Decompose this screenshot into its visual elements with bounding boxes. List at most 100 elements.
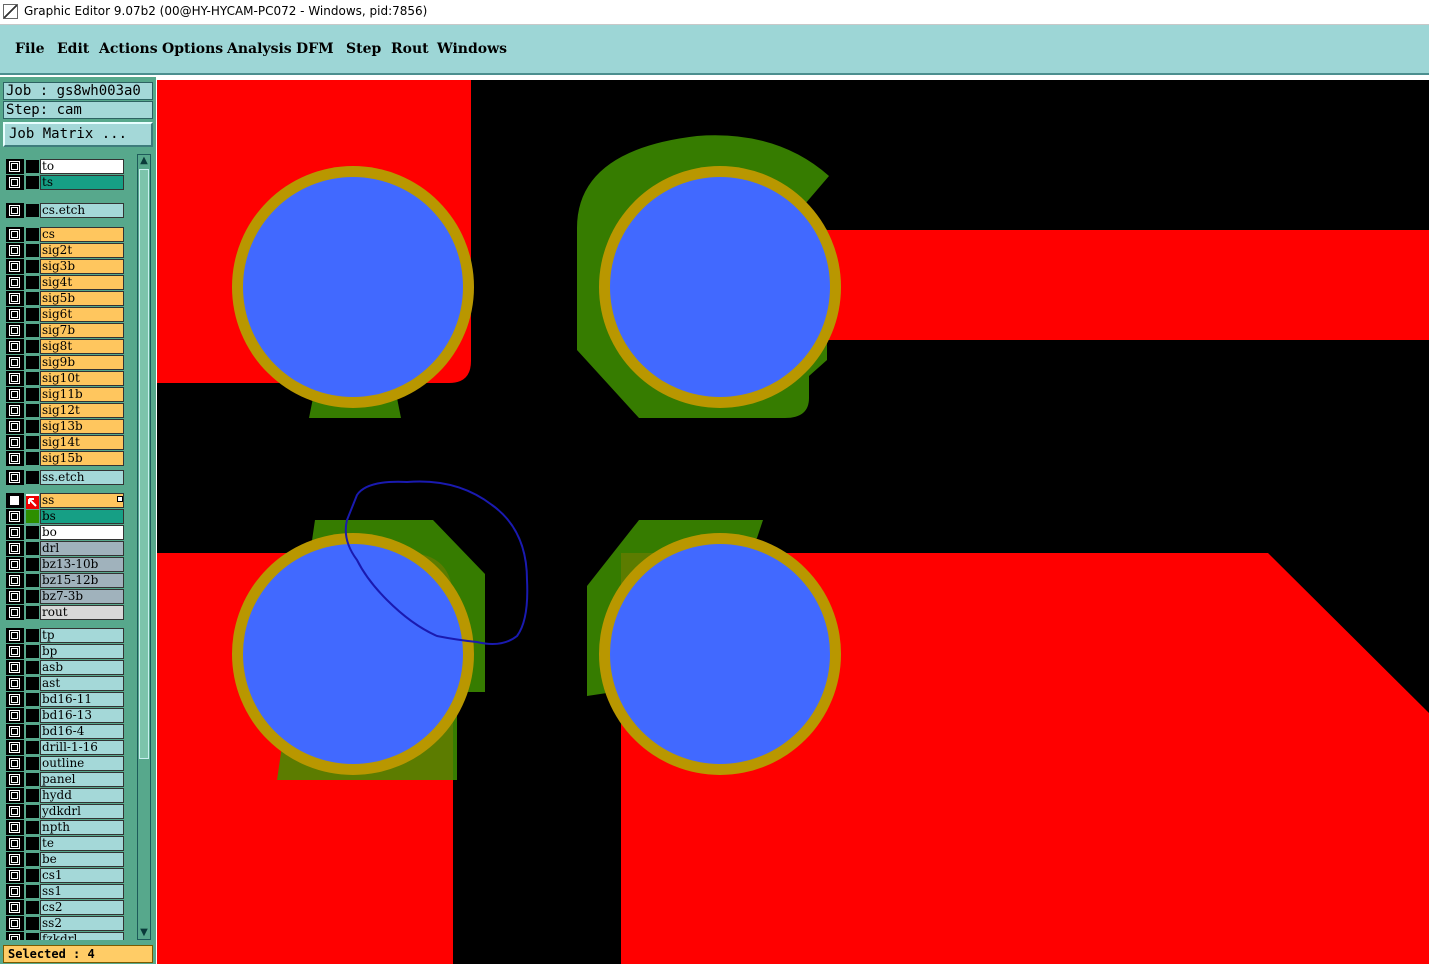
layer-row[interactable]: hydd (5, 788, 125, 803)
layer-checkbox[interactable] (9, 261, 20, 272)
layer-row[interactable]: drl (5, 541, 125, 556)
layer-name[interactable]: ss2 (40, 916, 124, 931)
graphic-canvas[interactable] (157, 80, 1429, 964)
layer-mark-cell[interactable] (26, 917, 39, 930)
layer-name[interactable]: sig7b (40, 323, 124, 338)
layer-row[interactable]: sig15b (5, 451, 125, 466)
layer-row[interactable]: bd16-11 (5, 692, 125, 707)
layer-mark-cell[interactable] (26, 204, 39, 217)
layer-mark-cell[interactable] (26, 821, 39, 834)
layer-mark-cell[interactable] (26, 388, 39, 401)
menu-analysis[interactable]: Analysis (227, 41, 292, 57)
layer-name[interactable]: sig12t (40, 403, 124, 418)
layer-name[interactable]: cs.etch (40, 203, 124, 218)
layer-checkbox[interactable] (9, 838, 20, 849)
layer-name[interactable]: hydd (40, 788, 124, 803)
layer-name[interactable]: sig2t (40, 243, 124, 258)
layer-name[interactable]: bd16-13 (40, 708, 124, 723)
layer-mark-cell[interactable] (26, 789, 39, 802)
layer-mark-cell[interactable] (26, 645, 39, 658)
layer-row[interactable]: ss2 (5, 916, 125, 931)
layer-row[interactable]: ast (5, 676, 125, 691)
layer-row[interactable]: sig9b (5, 355, 125, 370)
layer-row[interactable]: to (5, 159, 125, 174)
layer-mark-cell[interactable] (26, 420, 39, 433)
layer-checkbox[interactable] (9, 870, 20, 881)
layer-mark-cell[interactable] (26, 404, 39, 417)
layer-mark-cell[interactable] (26, 773, 39, 786)
layer-mark-cell[interactable] (26, 372, 39, 385)
layer-checkbox[interactable] (9, 806, 20, 817)
layer-mark-cell[interactable] (26, 661, 39, 674)
layer-name[interactable]: sig5b (40, 291, 124, 306)
layer-name[interactable]: rout (40, 605, 124, 620)
layer-checkbox[interactable] (9, 694, 20, 705)
layer-mark-cell[interactable] (26, 629, 39, 642)
layer-checkbox[interactable] (9, 559, 20, 570)
layer-color-swatch[interactable] (26, 510, 39, 523)
scroll-up-arrow-icon[interactable]: ▲ (138, 155, 150, 167)
layer-mark-cell[interactable] (26, 160, 39, 173)
layer-name[interactable]: to (40, 159, 124, 174)
layer-mark-cell[interactable] (26, 356, 39, 369)
layer-checkbox[interactable] (9, 325, 20, 336)
layer-name[interactable]: npth (40, 820, 124, 835)
layer-name[interactable]: ts (40, 175, 124, 190)
job-matrix-button[interactable]: Job Matrix ... (3, 122, 153, 147)
layer-name[interactable]: bs (40, 509, 124, 524)
layer-mark-cell[interactable] (26, 542, 39, 555)
layer-checkbox[interactable] (9, 389, 20, 400)
layer-mark-cell[interactable] (26, 471, 39, 484)
layer-mark-cell[interactable] (26, 606, 39, 619)
layer-row[interactable]: sig3b (5, 259, 125, 274)
layer-checkbox[interactable] (9, 229, 20, 240)
layer-name[interactable]: ss1 (40, 884, 124, 899)
layer-mark-cell[interactable] (26, 677, 39, 690)
layer-mark-cell[interactable] (26, 725, 39, 738)
layer-mark-cell[interactable] (26, 709, 39, 722)
layer-checkbox[interactable] (9, 161, 20, 172)
layer-name[interactable]: sig3b (40, 259, 124, 274)
menu-actions[interactable]: Actions (99, 41, 158, 57)
layer-mark-cell[interactable] (26, 292, 39, 305)
layer-name[interactable]: fzkdrl (40, 932, 124, 940)
layer-mark-cell[interactable] (26, 869, 39, 882)
layer-name[interactable]: drill-1-16 (40, 740, 124, 755)
layer-name[interactable]: ydkdrl (40, 804, 124, 819)
layer-mark-cell[interactable] (26, 757, 39, 770)
layer-row[interactable]: outline (5, 756, 125, 771)
layer-row[interactable]: ss1 (5, 884, 125, 899)
layer-mark-cell[interactable] (26, 526, 39, 539)
layer-mark-cell[interactable] (26, 901, 39, 914)
layer-mark-cell[interactable] (26, 276, 39, 289)
scroll-down-arrow-icon[interactable]: ▼ (138, 927, 150, 939)
layer-name[interactable]: sig8t (40, 339, 124, 354)
layer-row[interactable]: tp (5, 628, 125, 643)
layer-name[interactable]: ss (40, 493, 124, 508)
layer-row[interactable]: fzkdrl (5, 932, 125, 940)
layer-name[interactable]: sig13b (40, 419, 124, 434)
layer-row[interactable]: sig4t (5, 275, 125, 290)
layer-row[interactable]: bz15-12b (5, 573, 125, 588)
layer-checkbox[interactable] (9, 373, 20, 384)
layer-checkbox[interactable] (9, 630, 20, 641)
layer-mark-cell[interactable] (26, 308, 39, 321)
layer-checkbox[interactable] (9, 543, 20, 554)
layer-name[interactable]: sig15b (40, 451, 124, 466)
layer-row[interactable]: sig14t (5, 435, 125, 450)
layer-name[interactable]: bd16-11 (40, 692, 124, 707)
layer-name[interactable]: tp (40, 628, 124, 643)
layer-row[interactable]: bd16-13 (5, 708, 125, 723)
layer-checkbox[interactable] (9, 341, 20, 352)
layer-checkbox[interactable] (9, 710, 20, 721)
menu-windows[interactable]: Windows (437, 41, 507, 57)
layer-name[interactable]: sig9b (40, 355, 124, 370)
layer-row[interactable]: bz13-10b (5, 557, 125, 572)
layer-checkbox[interactable] (9, 591, 20, 602)
layer-name[interactable]: bz15-12b (40, 573, 124, 588)
layer-mark-cell[interactable] (26, 741, 39, 754)
layer-row[interactable]: cs1 (5, 868, 125, 883)
layer-name[interactable]: ss.etch (40, 470, 124, 485)
layer-checkbox[interactable] (9, 774, 20, 785)
layer-row[interactable]: ss.etch (5, 470, 125, 485)
